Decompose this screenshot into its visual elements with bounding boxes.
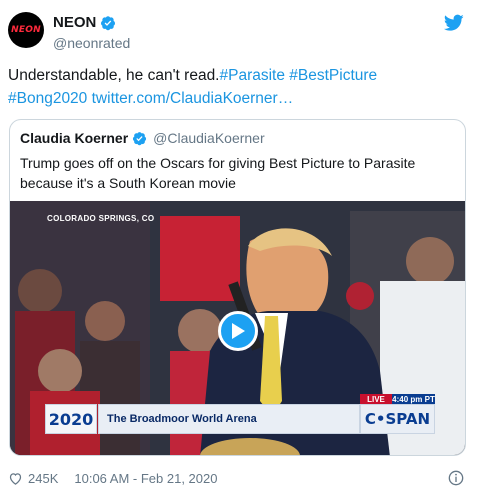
heart-icon[interactable]	[8, 471, 23, 486]
verified-badge-icon	[101, 15, 116, 30]
author-name-row[interactable]: NEON	[53, 14, 116, 31]
author-display-name[interactable]: NEON	[53, 14, 96, 31]
play-icon	[232, 323, 245, 339]
hashtag-bong2020[interactable]: #Bong2020	[8, 90, 87, 107]
video-player[interactable]: COLORADO SPRINGS, CO 2020 The Broadmoor …	[10, 201, 465, 455]
tweet-link[interactable]: twitter.com/ClaudiaKoerner…	[92, 90, 294, 107]
twitter-bird-icon[interactable]	[444, 14, 464, 32]
author-handle[interactable]: @neonrated	[53, 35, 130, 51]
play-button[interactable]	[218, 311, 258, 351]
quoted-author-row: Claudia Koerner @ClaudiaKoerner	[20, 130, 265, 146]
embedded-tweet: NEON NEON @neonrated Understandable, he …	[0, 0, 478, 499]
like-count[interactable]: 245K	[28, 471, 58, 486]
broadcast-lower-third: 2020 The Broadmoor World Arena LIVE 4:40…	[45, 394, 435, 434]
tweet-footer: 245K 10:06 AM - Feb 21, 2020	[8, 469, 470, 487]
hashtag-parasite[interactable]: #Parasite	[220, 67, 285, 84]
hashtag-bestpicture[interactable]: #BestPicture	[289, 67, 377, 84]
quoted-tweet-card[interactable]: Claudia Koerner @ClaudiaKoerner Trump go…	[9, 119, 466, 456]
tweet-text-plain: Understandable, he can't read.	[8, 67, 220, 84]
campaign-2020-logo: 2020	[45, 404, 97, 434]
quoted-display-name: Claudia Koerner	[20, 130, 129, 146]
info-icon[interactable]	[448, 470, 464, 486]
venue-label: The Broadmoor World Arena	[98, 404, 360, 434]
tweet-text: Understandable, he can't read.#Parasite …	[8, 64, 418, 110]
quoted-tweet-text: Trump goes off on the Oscars for giving …	[20, 155, 416, 191]
network-logo: C•SPAN	[360, 404, 435, 434]
author-avatar[interactable]: NEON	[8, 12, 44, 48]
video-location-caption: COLORADO SPRINGS, CO	[47, 214, 155, 223]
quoted-handle: @ClaudiaKoerner	[153, 130, 265, 146]
verified-badge-icon	[133, 131, 147, 145]
tweet-timestamp[interactable]: 10:06 AM - Feb 21, 2020	[74, 471, 217, 486]
avatar-label: NEON	[11, 25, 41, 35]
logo-text: 2020	[48, 409, 94, 429]
